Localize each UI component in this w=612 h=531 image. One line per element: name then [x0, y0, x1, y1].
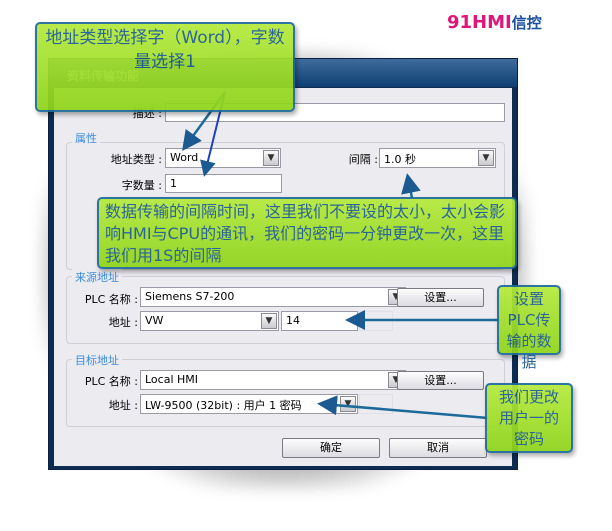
- callout-target-password: 我们更改用户一的密码: [485, 383, 573, 453]
- arrow-interval: [401, 173, 421, 199]
- callout-address-type: 地址类型选择字（Word），字数量选择1: [35, 22, 295, 112]
- callout-source-data: 设置PLC传输的数据: [497, 285, 561, 371]
- callout-interval: 数据传输的间隔时间，这里我们不要设的太小，太小会影响HMI与CPU的通讯，我们的…: [97, 197, 517, 269]
- arrow-target-address: [317, 395, 489, 420]
